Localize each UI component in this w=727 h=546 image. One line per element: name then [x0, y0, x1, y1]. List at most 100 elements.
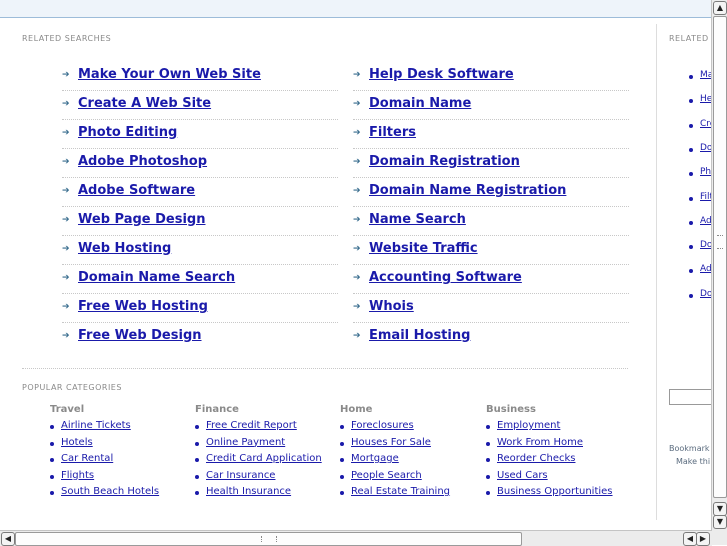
related-search-item[interactable]: ➔ Web Page Design [62, 207, 338, 236]
related-search-link[interactable]: Domain Name [369, 96, 471, 111]
category-item[interactable]: Online Payment [195, 437, 335, 454]
bullet-icon [486, 474, 490, 479]
category-item[interactable]: Hotels [50, 437, 190, 454]
scroll-down-arrow-icon[interactable]: ▼ [713, 515, 727, 529]
category-item[interactable]: Car Rental [50, 453, 190, 470]
related-search-link[interactable]: Photo Editing [78, 125, 177, 140]
category-link[interactable]: Business Opportunities [497, 486, 613, 497]
category-item[interactable]: Employment [486, 420, 626, 437]
related-search-item[interactable]: ➔ Whois [353, 294, 629, 323]
category-item[interactable]: Work From Home [486, 437, 626, 454]
scroll-up-arrow-icon[interactable]: ▲ [713, 1, 727, 15]
related-search-link[interactable]: Adobe Software [78, 183, 195, 198]
related-search-item[interactable]: ➔ Domain Name [353, 91, 629, 120]
category-item[interactable]: Used Cars [486, 470, 626, 487]
vertical-scrollbar[interactable]: ▲ ▼ ▼ [711, 0, 727, 530]
category-link[interactable]: Foreclosures [351, 420, 414, 431]
category-item[interactable]: Credit Card Application [195, 453, 335, 470]
category-link[interactable]: Work From Home [497, 437, 583, 448]
related-search-link[interactable]: Name Search [369, 212, 466, 227]
related-search-item[interactable]: ➔ Domain Name Search [62, 265, 338, 294]
sidebar-search-input[interactable] [669, 389, 713, 405]
category-item[interactable]: Health Insurance [195, 486, 335, 503]
related-search-link[interactable]: Make Your Own Web Site [78, 67, 261, 82]
related-search-link[interactable]: Filters [369, 125, 416, 140]
related-search-item[interactable]: ➔ Help Desk Software [353, 62, 629, 91]
category-link[interactable]: Online Payment [206, 437, 285, 448]
category-item[interactable]: Reorder Checks [486, 453, 626, 470]
horizontal-scrollbar[interactable]: ◀ ◀ ▶ [0, 530, 712, 546]
related-search-item[interactable]: ➔ Accounting Software [353, 265, 629, 294]
arrow-right-icon: ➔ [353, 215, 361, 225]
related-search-link[interactable]: Help Desk Software [369, 67, 514, 82]
category-link[interactable]: Credit Card Application [206, 453, 322, 464]
related-search-item[interactable]: ➔ Filters [353, 120, 629, 149]
category-link[interactable]: Free Credit Report [206, 420, 297, 431]
category-link[interactable]: Real Estate Training [351, 486, 450, 497]
category-item[interactable]: Business Opportunities [486, 486, 626, 503]
right-sidebar: RELATED MaHeCreDoPhoFiltAdDoAdDo Bookmar… [656, 24, 713, 520]
related-search-link[interactable]: Whois [369, 299, 414, 314]
category-link[interactable]: Health Insurance [206, 486, 291, 497]
scroll-down-arrow-icon[interactable]: ▼ [713, 502, 727, 516]
related-search-link[interactable]: Domain Name Search [78, 270, 235, 285]
category-item[interactable]: South Beach Hotels [50, 486, 190, 503]
related-search-item[interactable]: ➔ Domain Registration [353, 149, 629, 178]
category-link[interactable]: People Search [351, 470, 422, 481]
related-search-link[interactable]: Free Web Design [78, 328, 202, 343]
related-search-link[interactable]: Domain Name Registration [369, 183, 566, 198]
arrow-right-icon: ➔ [62, 244, 70, 254]
category-link[interactable]: Houses For Sale [351, 437, 431, 448]
category-item[interactable]: Mortgage [340, 453, 480, 470]
category-link[interactable]: Mortgage [351, 453, 399, 464]
related-search-link[interactable]: Domain Registration [369, 154, 520, 169]
category-link[interactable]: South Beach Hotels [61, 486, 159, 497]
category-link[interactable]: Reorder Checks [497, 453, 575, 464]
category-item[interactable]: Car Insurance [195, 470, 335, 487]
related-search-item[interactable]: ➔ Name Search [353, 207, 629, 236]
related-search-item[interactable]: ➔ Free Web Design [62, 323, 338, 351]
category-item[interactable]: Foreclosures [340, 420, 480, 437]
bullet-icon [195, 474, 199, 479]
related-search-item[interactable]: ➔ Email Hosting [353, 323, 629, 351]
related-search-item[interactable]: ➔ Free Web Hosting [62, 294, 338, 323]
scroll-left-arrow-icon[interactable]: ◀ [1, 532, 15, 546]
related-search-item[interactable]: ➔ Make Your Own Web Site [62, 62, 338, 91]
related-search-link[interactable]: Web Hosting [78, 241, 171, 256]
category-link[interactable]: Car Rental [61, 453, 113, 464]
category-link[interactable]: Used Cars [497, 470, 548, 481]
related-search-item[interactable]: ➔ Create A Web Site [62, 91, 338, 120]
category-link[interactable]: Airline Tickets [61, 420, 131, 431]
category-column: Finance Free Credit Report Online Payment C… [195, 404, 335, 503]
related-search-item[interactable]: ➔ Adobe Photoshop [62, 149, 338, 178]
vertical-scroll-thumb[interactable] [713, 16, 727, 498]
category-item[interactable]: Flights [50, 470, 190, 487]
related-search-item[interactable]: ➔ Website Traffic [353, 236, 629, 265]
category-link[interactable]: Hotels [61, 437, 93, 448]
category-item[interactable]: Free Credit Report [195, 420, 335, 437]
scroll-right-arrow-icon[interactable]: ▶ [696, 532, 710, 546]
related-search-link[interactable]: Accounting Software [369, 270, 522, 285]
related-search-link[interactable]: Email Hosting [369, 328, 470, 343]
category-link[interactable]: Flights [61, 470, 94, 481]
category-link[interactable]: Car Insurance [206, 470, 275, 481]
horizontal-scroll-thumb[interactable] [15, 532, 522, 546]
sidebar-related-link[interactable]: Ad [700, 264, 712, 274]
related-search-item[interactable]: ➔ Adobe Software [62, 178, 338, 207]
related-search-link[interactable]: Free Web Hosting [78, 299, 208, 314]
related-search-link[interactable]: Adobe Photoshop [78, 154, 207, 169]
category-link[interactable]: Employment [497, 420, 560, 431]
sidebar-related-link[interactable]: Ad [700, 216, 712, 226]
related-search-item[interactable]: ➔ Web Hosting [62, 236, 338, 265]
scroll-left-arrow-icon[interactable]: ◀ [683, 532, 697, 546]
related-search-item[interactable]: ➔ Domain Name Registration [353, 178, 629, 207]
category-item[interactable]: Airline Tickets [50, 420, 190, 437]
category-item[interactable]: Real Estate Training [340, 486, 480, 503]
related-search-link[interactable]: Website Traffic [369, 241, 478, 256]
related-search-link[interactable]: Web Page Design [78, 212, 206, 227]
category-item[interactable]: Houses For Sale [340, 437, 480, 454]
related-search-link[interactable]: Create A Web Site [78, 96, 211, 111]
category-item[interactable]: People Search [340, 470, 480, 487]
related-search-item[interactable]: ➔ Photo Editing [62, 120, 338, 149]
bullet-icon [195, 458, 199, 462]
